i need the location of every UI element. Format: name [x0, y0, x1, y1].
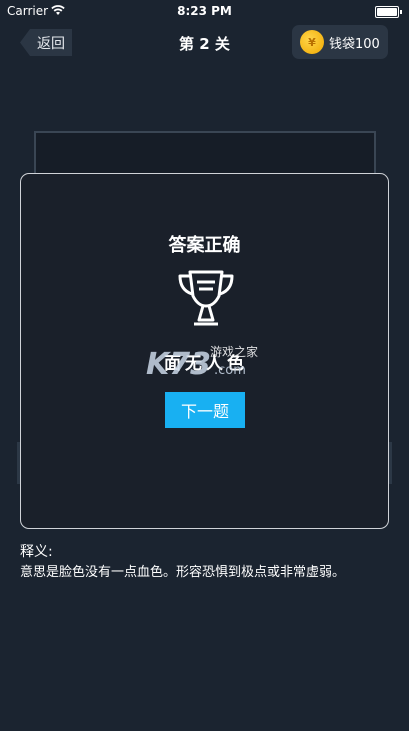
watermark-logo: K73 游戏之家 .com	[146, 345, 259, 382]
wallet-label: 钱袋100	[329, 36, 380, 52]
coin-icon: ¥	[300, 30, 324, 54]
wallet-button[interactable]: ¥ 钱袋100	[292, 25, 388, 59]
explanation-label: 释义:	[20, 544, 53, 560]
trophy-icon	[178, 270, 234, 326]
dialog-title: 答案正确	[168, 235, 241, 256]
status-bar: Carrier 8:23 PM	[0, 0, 409, 22]
next-question-label: 下一题	[180, 402, 229, 421]
battery-icon	[375, 6, 402, 18]
explanation-text: 意思是脸色没有一点血色。形容恐惧到极点或非常虚弱。	[20, 565, 346, 580]
clock: 8:23 PM	[177, 4, 232, 18]
result-dialog: 答案正确 面无人色 K73 游戏之家 .com 下一题	[20, 173, 389, 529]
next-question-button[interactable]: 下一题	[165, 392, 245, 428]
